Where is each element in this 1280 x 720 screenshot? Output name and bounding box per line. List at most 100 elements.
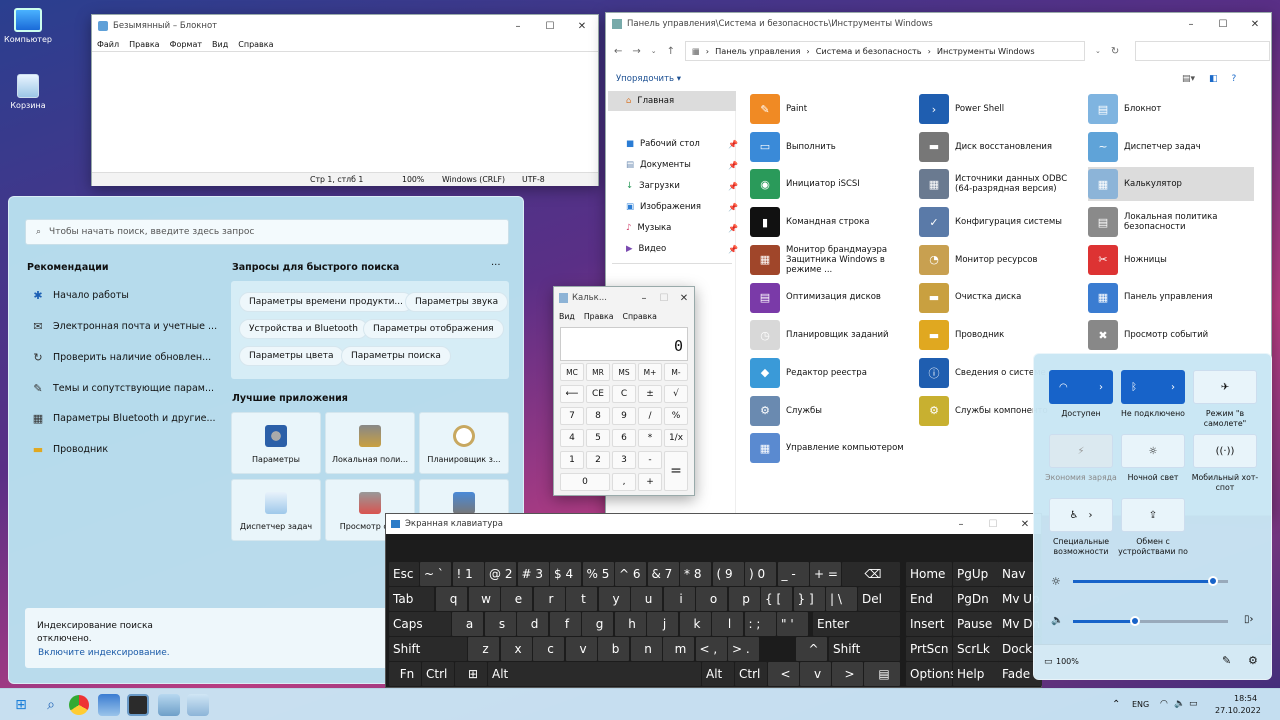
nav-item-music[interactable]: ♪ Музыка 📌 [626,219,738,237]
back-icon[interactable]: ← [614,46,622,57]
osk-key[interactable]: + = [810,562,841,586]
calc-key[interactable]: M+ [638,363,662,381]
recent-icon[interactable]: ⌄ [651,47,657,55]
osk-key[interactable]: > [832,662,863,686]
osk-key[interactable]: u [631,587,662,611]
chevron-right-icon[interactable]: › [1171,382,1175,393]
calc-key[interactable]: , [612,473,636,491]
calc-key[interactable]: 5 [586,429,610,447]
tool-item[interactable]: ⚙ Службы [750,394,910,428]
tool-item[interactable]: ▬ Диск восстановления [919,130,1079,164]
search-icon[interactable]: ⌕ [40,694,62,716]
osk-key[interactable]: Ctrl [422,662,454,686]
calc-key[interactable]: 8 [586,407,610,425]
osk-key[interactable]: q [436,587,467,611]
menu-format[interactable]: Формат [170,40,202,49]
osk-key[interactable]: p [728,587,760,611]
airplane-toggle[interactable]: ✈ [1193,370,1257,404]
bluetooth-toggle[interactable]: ᛒ › [1121,370,1185,404]
breadcrumb-item[interactable]: Система и безопасность [816,46,922,56]
osk-key[interactable]: z [468,637,499,661]
edit-icon[interactable]: ✎ [1222,654,1231,667]
osk-key[interactable]: w [468,587,500,611]
clock-time[interactable]: 18:54 [1234,694,1257,703]
calc-key[interactable]: √ [664,385,688,403]
tool-item[interactable]: ◷ Планировщик заданий [750,318,910,352]
osk-key[interactable]: ⊞ [455,662,487,686]
calc-key[interactable]: + [638,473,662,491]
osk-key[interactable]: ( 9 [712,562,744,586]
osk-key[interactable]: PgUp [953,562,999,586]
calc-key[interactable]: 1/x [664,429,688,447]
menu-help[interactable]: Справка [623,312,657,321]
osk-key[interactable]: j [647,612,678,636]
osk-key[interactable]: | \ [826,587,857,611]
osk-key[interactable]: ^ 6 [615,562,646,586]
browser-icon[interactable] [69,695,89,715]
osk-key[interactable]: & 7 [647,562,679,586]
osk-key[interactable]: Insert [906,612,952,636]
osk-taskbar-icon[interactable] [127,694,149,716]
text-area[interactable] [92,51,598,171]
up-icon[interactable]: ↑ [667,46,675,57]
tool-item[interactable]: ~ Диспетчер задач [1088,130,1248,164]
audio-output-icon[interactable]: ▯› [1244,614,1254,625]
osk-key[interactable]: c [533,637,564,661]
calculator-titlebar[interactable]: Кальк... – ☐ ✕ [554,287,694,309]
osk-key[interactable]: f [549,612,581,636]
calc-key[interactable]: C [612,385,636,403]
nav-item-pictures[interactable]: ▣ Изображения 📌 [626,198,738,216]
menu-view[interactable]: Вид [559,312,575,321]
notepad-titlebar[interactable]: Безымянный – Блокнот – ☐ ✕ [92,15,598,37]
breadcrumb-item[interactable]: Панель управления [715,46,800,56]
tool-item[interactable]: ◆ Редактор реестра [750,356,910,390]
preview-pane-icon[interactable]: ◧ [1209,74,1218,84]
osk-key[interactable]: Ctrl [735,662,767,686]
help-icon[interactable]: ? [1232,74,1237,84]
calc-key[interactable]: - [638,451,662,469]
calc-key[interactable]: 2 [586,451,610,469]
minimize-button[interactable]: – [945,514,977,534]
quick-chip[interactable]: Параметры поиска [341,346,451,366]
view-options-icon[interactable]: ▤▾ [1182,74,1195,84]
osk-key[interactable]: ! 1 [452,562,484,586]
language-indicator[interactable]: ENG [1132,700,1149,709]
tool-item[interactable]: ▦ Источники данных ODBC (64-разрядная вер… [919,167,1079,201]
osk-key[interactable]: g [582,612,613,636]
clock-date[interactable]: 27.10.2022 [1215,706,1261,715]
calc-key[interactable]: 9 [612,407,636,425]
osk-key[interactable]: n [630,637,662,661]
osk-key[interactable]: ~ ` [420,562,451,586]
osk-key[interactable]: @ 2 [485,562,516,586]
osk-key[interactable]: v [565,637,597,661]
osk-key[interactable]: i [663,587,695,611]
rec-item[interactable]: ▬ Проводник [31,439,108,459]
calc-key[interactable]: CE [586,385,610,403]
quick-chip[interactable]: Параметры отображения [363,319,504,339]
osk-key[interactable]: ⌫ [842,562,900,586]
notepad-taskbar-icon[interactable] [158,694,180,716]
minimize-button[interactable]: – [502,15,534,37]
osk-key[interactable]: $ 4 [550,562,581,586]
osk-key[interactable]: > . [728,637,759,661]
rec-item[interactable]: ✎ Темы и сопутствующие парам... [31,378,214,398]
osk-key[interactable]: PgDn [953,587,999,611]
calc-key[interactable]: ⟵ [560,385,584,403]
osk-key[interactable]: o [696,587,727,611]
calc-key[interactable]: ± [638,385,662,403]
osk-key[interactable]: End [906,587,952,611]
osk-key[interactable]: PrtScn [906,637,952,661]
night-light-toggle[interactable]: ☼ [1121,434,1185,468]
osk-key[interactable]: < [768,662,799,686]
tool-item[interactable]: ▦ Панель управления [1088,281,1248,315]
chevron-right-icon[interactable]: › [1088,510,1092,521]
volume-slider[interactable] [1073,616,1228,626]
osk-key[interactable]: ScrLk [953,637,999,661]
osk-key[interactable]: y [598,587,630,611]
explorer-titlebar[interactable]: Панель управления\Система и безопасность… [606,13,1271,35]
nav-item-videos[interactable]: ▶ Видео 📌 [626,240,738,258]
osk-key[interactable]: l [712,612,743,636]
osk-key[interactable]: Shift [389,637,467,661]
app-tile[interactable]: Параметры [231,412,321,474]
osk-key[interactable]: : ; [744,612,776,636]
